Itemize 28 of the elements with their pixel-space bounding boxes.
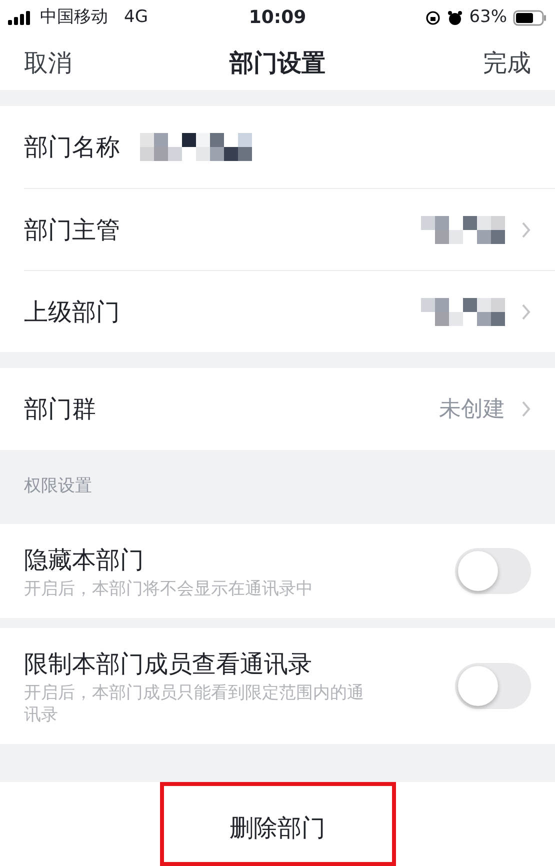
toggle-description: 开启后，本部门成员只能看到限定范围内的通讯录 — [24, 682, 365, 726]
row-label: 部门名称 — [24, 132, 120, 164]
toggle-switch[interactable] — [455, 548, 531, 594]
chevron-right-icon — [521, 400, 531, 418]
settings-row[interactable]: 部门名称 — [24, 106, 555, 188]
chevron-right-icon — [521, 302, 531, 321]
row-label: 部门主管 — [24, 214, 120, 246]
done-button[interactable]: 完成 — [483, 44, 531, 81]
row-label: 部门群 — [24, 394, 96, 426]
page-title: 部门设置 — [230, 48, 326, 79]
battery-percent: 63% — [469, 6, 508, 29]
delete-department-button[interactable]: 删除部门 — [230, 810, 326, 846]
section-header: 权限设置 — [24, 475, 92, 498]
clock-time: 10:09 — [248, 6, 306, 30]
toggle-label: 隐藏本部门 — [24, 545, 145, 576]
battery-icon — [513, 10, 548, 26]
toggle-switch[interactable] — [455, 663, 531, 710]
toggle-label: 限制本部门成员查看通讯录 — [24, 649, 313, 680]
settings-row[interactable]: 上级部门 — [24, 270, 555, 352]
carrier-name: 中国移动 — [40, 6, 108, 29]
rotation-lock-icon — [425, 10, 442, 26]
row-label: 上级部门 — [24, 296, 120, 328]
chevron-right-icon — [521, 220, 531, 239]
settings-row[interactable]: 部门主管 — [24, 188, 555, 270]
network-type: 4G — [124, 6, 148, 29]
cancel-button[interactable]: 取消 — [24, 44, 72, 81]
row-value: 未创建 — [439, 396, 505, 424]
toggle-description: 开启后，本部门将不会显示在通讯录中 — [24, 578, 314, 600]
